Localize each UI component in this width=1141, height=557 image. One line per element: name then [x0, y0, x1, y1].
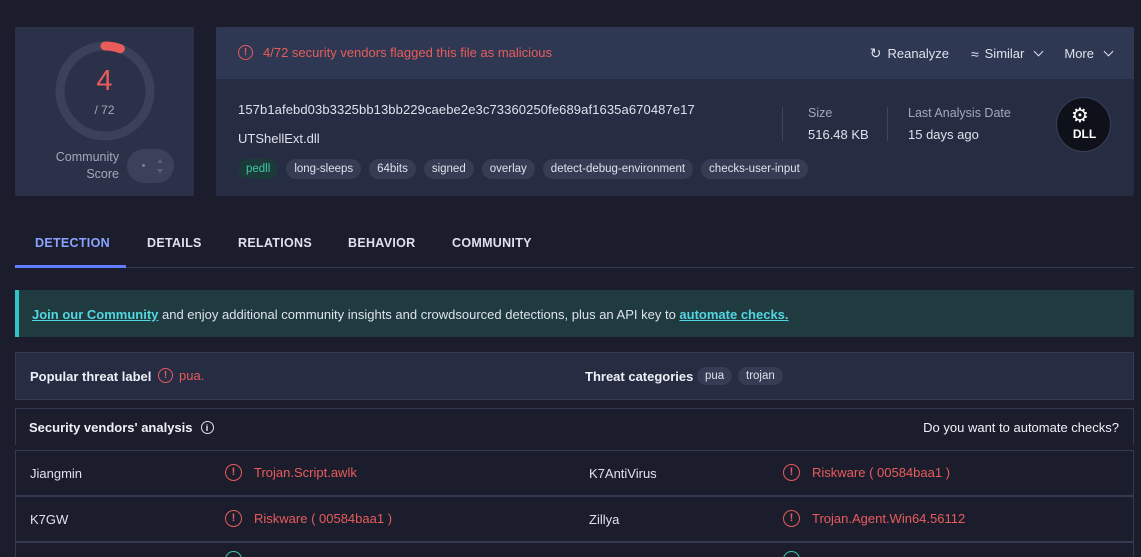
tab-behavior[interactable]: BEHAVIOR [348, 236, 415, 250]
alert-icon: ! [783, 510, 800, 527]
more-button[interactable]: More [1064, 46, 1114, 61]
alert-icon: ! [225, 510, 242, 527]
last-analysis-label: Last Analysis Date [908, 106, 1011, 120]
file-actions: ↻ Reanalyze ≈ Similar More [870, 45, 1114, 62]
reanalyze-button[interactable]: ↻ Reanalyze [870, 45, 949, 62]
tab-detection[interactable]: DETECTION [35, 236, 110, 250]
vendor-result: ! Riskware ( 00584baa1 ) [225, 510, 392, 527]
vote-down-icon[interactable] [157, 169, 163, 173]
last-analysis-value: 15 days ago [908, 127, 979, 142]
vendor-name: K7GW [30, 512, 69, 527]
file-info-header: ! 4/72 security vendors flagged this fil… [216, 27, 1134, 79]
vendor-result: ! Trojan.Script.awlk [225, 464, 357, 481]
vendor-name: K7AntiVirus [589, 466, 657, 481]
vendor-result: ! Trojan.Agent.Win64.56112 [783, 510, 965, 527]
chevron-down-icon [1033, 46, 1044, 57]
check-icon [225, 551, 242, 557]
alert-icon: ! [158, 368, 173, 383]
vendor-name: Jiangmin [30, 466, 83, 481]
vendor-result: ! Riskware ( 00584baa1 ) [783, 464, 950, 481]
vendors-analysis-header: Security vendors' analysis i Do you want… [15, 408, 1134, 445]
divider [782, 107, 783, 141]
table-row: Jiangmin ! Trojan.Script.awlk K7AntiViru… [15, 450, 1134, 496]
community-banner: Join our Community and enjoy additional … [15, 290, 1134, 337]
file-hash[interactable]: 157b1afebd03b3325bb13bb229caebe2e3c73360… [238, 102, 695, 117]
threat-category-tag[interactable]: trojan [738, 367, 783, 385]
malicious-flag-text: 4/72 security vendors flagged this file … [263, 45, 553, 60]
similar-button[interactable]: ≈ Similar [970, 45, 1044, 62]
vendor-name: Zillya [589, 512, 620, 527]
alert-icon: ! [783, 464, 800, 481]
info-icon[interactable]: i [200, 421, 214, 434]
file-tag[interactable]: long-sleeps [286, 159, 362, 179]
size-label: Size [808, 106, 833, 120]
alert-icon: ! [238, 45, 253, 60]
join-community-link[interactable]: Join our Community [32, 307, 158, 322]
automate-checks-link[interactable]: automate checks. [679, 307, 788, 322]
file-name: UTShellExt.dll [238, 131, 320, 146]
refresh-icon: ↻ [869, 45, 882, 61]
community-score-dial[interactable] [127, 149, 174, 183]
detection-score-card: 4 / 72 Community Score [15, 27, 194, 196]
size-value: 516.48 KB [808, 127, 869, 142]
active-tab-indicator [15, 265, 126, 268]
malicious-flag-notice: ! 4/72 security vendors flagged this fil… [238, 45, 552, 60]
file-tags: pedll long-sleeps 64bits signed overlay detec… [238, 159, 808, 179]
divider [887, 107, 888, 141]
popular-threat-label: Popular threat label [30, 369, 152, 384]
detection-count: 4 [96, 65, 113, 97]
gear-icon: ⚙ [1071, 105, 1089, 127]
threat-category-tag[interactable]: pua [697, 367, 733, 385]
community-score-label: Community Score [55, 150, 119, 181]
file-tag[interactable]: 64bits [369, 159, 416, 179]
similar-icon: ≈ [970, 45, 979, 62]
file-tag[interactable]: pedll [238, 159, 279, 179]
community-banner-text: Join our Community and enjoy additional … [32, 307, 789, 322]
tab-relations[interactable]: RELATIONS [238, 236, 312, 250]
tab-community[interactable]: COMMUNITY [452, 236, 532, 250]
file-tag[interactable]: overlay [481, 159, 535, 179]
check-icon [783, 551, 800, 557]
file-type-badge: ⚙ DLL [1056, 97, 1111, 152]
tab-details[interactable]: DETAILS [147, 236, 202, 250]
tab-bar: DETECTION DETAILS RELATIONS BEHAVIOR COM… [15, 226, 1134, 268]
threat-summary: Popular threat label ! pua. Threat categ… [15, 352, 1134, 400]
file-tag[interactable]: detect-debug-environment [542, 159, 694, 179]
file-info-card: ! 4/72 security vendors flagged this fil… [216, 27, 1134, 196]
automate-checks-prompt[interactable]: Do you want to automate checks? [923, 420, 1119, 435]
threat-categories-label: Threat categories [585, 369, 694, 384]
table-row [15, 542, 1134, 557]
vote-up-icon[interactable] [157, 159, 163, 163]
popular-threat-value: ! pua. [158, 368, 204, 383]
vendors-analysis-title: Security vendors' analysis i [29, 420, 214, 435]
alert-icon: ! [225, 464, 242, 481]
detection-total: / 72 [94, 103, 115, 117]
file-tag[interactable]: checks-user-input [701, 159, 808, 179]
chevron-down-icon [1103, 46, 1114, 57]
file-tag[interactable]: signed [423, 159, 474, 179]
table-row: K7GW ! Riskware ( 00584baa1 ) Zillya ! T… [15, 496, 1134, 542]
